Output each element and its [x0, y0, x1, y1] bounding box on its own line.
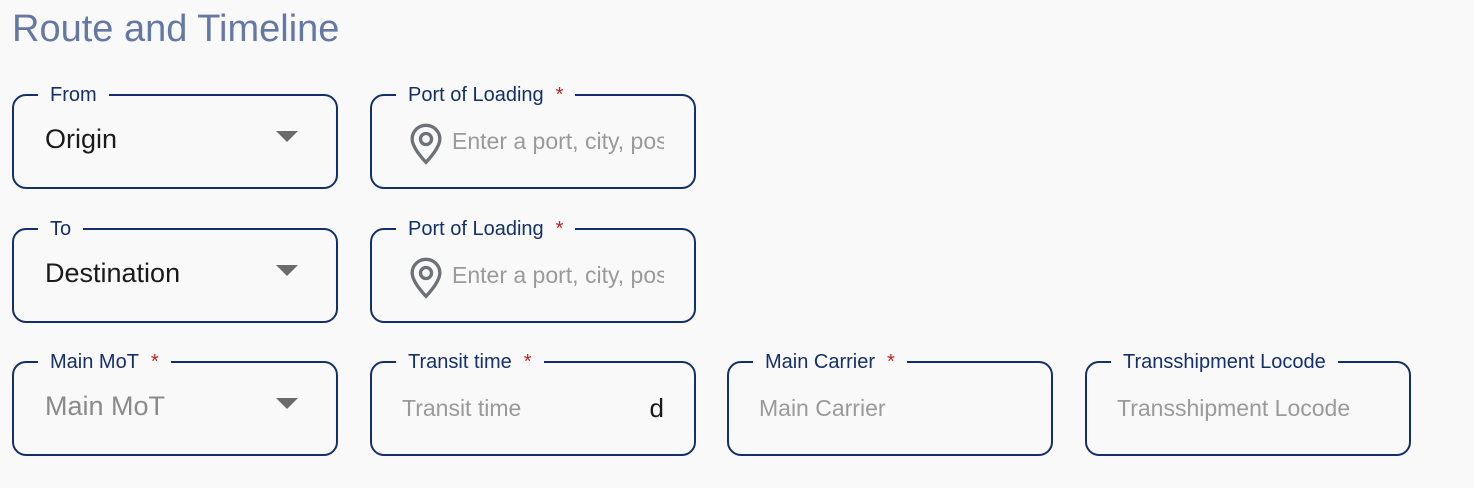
- to-port-label: Port of Loading *: [396, 217, 576, 241]
- to-port-field: Port of Loading *: [370, 217, 696, 323]
- transit-time-input[interactable]: [402, 391, 622, 425]
- transit-time-field: Transit time* d: [370, 350, 696, 456]
- main-mot-placeholder: Main MoT: [45, 391, 166, 421]
- to-value: Destination: [45, 258, 181, 288]
- from-select[interactable]: From Origin: [12, 83, 338, 189]
- route-and-timeline-section: Route and Timeline From Origin Port of L…: [0, 0, 1474, 488]
- required-mark: *: [887, 351, 895, 373]
- main-carrier-input[interactable]: [759, 391, 1023, 425]
- transshipment-locode-label: Transshipment Locode: [1111, 350, 1338, 374]
- chevron-down-icon[interactable]: [276, 398, 298, 409]
- required-mark: *: [555, 218, 564, 240]
- main-carrier-label: Main Carrier *: [753, 350, 907, 374]
- main-mot-select[interactable]: Main MoT * Main MoT: [12, 350, 338, 456]
- to-select[interactable]: To Destination: [12, 217, 338, 323]
- to-port-input[interactable]: [452, 258, 664, 292]
- chevron-down-icon[interactable]: [276, 265, 298, 276]
- chevron-down-icon[interactable]: [276, 131, 298, 142]
- from-port-input[interactable]: [452, 124, 664, 158]
- from-port-field: Port of Loading *: [370, 83, 696, 189]
- from-label: From: [38, 83, 109, 107]
- required-mark: *: [150, 351, 159, 373]
- transshipment-locode-input[interactable]: [1117, 391, 1381, 425]
- location-pin-icon: [410, 257, 442, 299]
- transit-time-unit: d: [649, 393, 664, 423]
- main-carrier-field: Main Carrier *: [727, 350, 1053, 456]
- required-mark: *: [555, 84, 564, 106]
- section-title: Route and Timeline: [12, 8, 340, 50]
- required-mark: *: [523, 351, 532, 373]
- location-pin-icon: [410, 123, 442, 165]
- from-value: Origin: [45, 124, 118, 154]
- main-mot-label: Main MoT *: [38, 350, 171, 374]
- transshipment-locode-field: Transshipment Locode: [1085, 350, 1411, 456]
- from-port-label: Port of Loading *: [396, 83, 576, 107]
- to-label: To: [38, 217, 84, 241]
- transit-time-label: Transit time *: [396, 350, 544, 374]
